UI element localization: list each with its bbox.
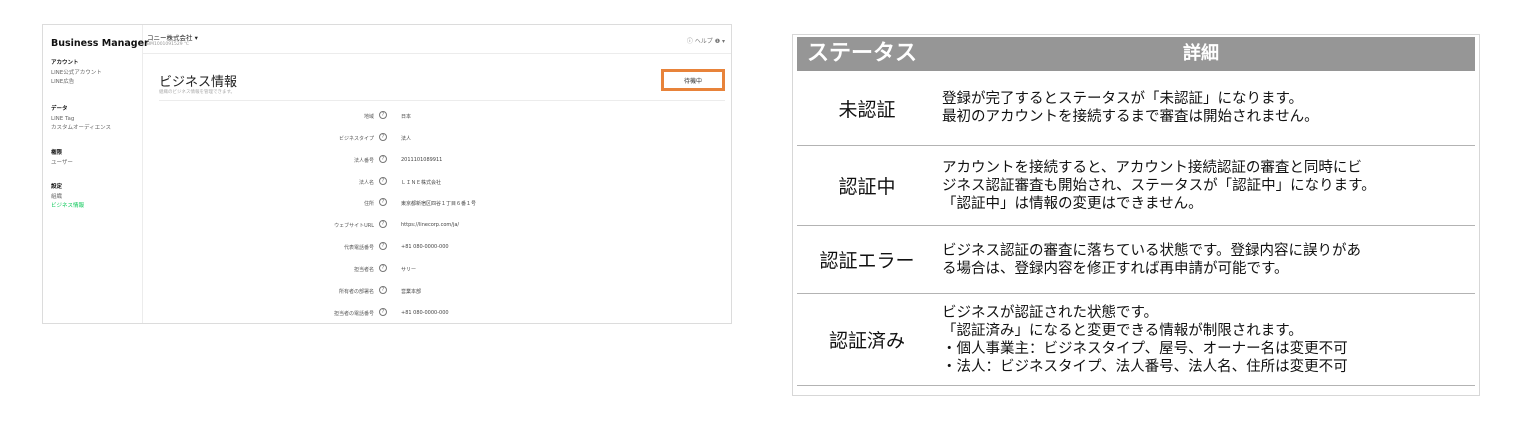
sidebar-header-settings: 設定 xyxy=(51,184,63,190)
field-label: 所有者の部署名 xyxy=(338,289,374,295)
sidebar-item-organization[interactable]: 組織 xyxy=(51,193,84,203)
status-button-label: 待機中 xyxy=(683,77,702,85)
detail-line: ビジネス認証の審査に落ちている状態です。登録内容に誤りがあ xyxy=(942,242,1362,259)
row-status: 認証中 xyxy=(838,176,896,198)
status-table: ステータス 詳細 未認証 登録が完了するとステータスが「未認証」になります。 最… xyxy=(792,34,1480,396)
field-row-website-url: ウェブサイトURL ? https://linecorp.com/ja/ xyxy=(143,220,723,232)
business-manager-screenshot: Business Manager アカウント LINE公式アカウント LINE広… xyxy=(42,24,732,324)
field-label: ウェブサイトURL xyxy=(334,223,374,229)
help-circle-icon[interactable]: ? xyxy=(379,220,387,228)
field-row-business-type: ビジネスタイプ ? 法人 xyxy=(143,133,723,145)
sidebar-group-account: アカウント LINE公式アカウント LINE広告 xyxy=(51,59,102,88)
sidebar-header-data: データ xyxy=(51,106,68,112)
field-row-address: 住所 ? 東京都新宿区四谷１丁目６番１号 xyxy=(143,198,723,210)
field-label: 担当者の電話番号 xyxy=(333,311,374,317)
field-row-region: 地域 ? 日本 xyxy=(143,111,723,123)
field-value: 2011101089911 xyxy=(401,157,443,163)
detail-line: ・法人：ビジネスタイプ、法人番号、法人名、住所は変更不可 xyxy=(942,358,1348,375)
field-row-department: 所有者の部署名 ? 営業本部 xyxy=(143,286,723,298)
sidebar-group-data: データ LINE Tag カスタムオーディエンス xyxy=(51,105,111,134)
table-row-in-review: 認証中 アカウントを接続すると、アカウント接続認証の審査と同時にビ ジネス認証審… xyxy=(797,146,1475,226)
help-circle-icon[interactable]: ? xyxy=(379,308,387,316)
field-label: 法人番号 xyxy=(353,158,374,164)
table-row-verified: 認証済み ビジネスが認証された状態です。 「認証済み」になると変更できる情報が制… xyxy=(797,294,1475,386)
field-label: 担当者名 xyxy=(353,267,374,273)
field-value: +81 080-0000-000 xyxy=(401,244,449,250)
field-value: サリー xyxy=(401,267,417,273)
row-detail: アカウントを接続すると、アカウント接続認証の審査と同時にビ ジネス認証審査も開始… xyxy=(942,146,1469,225)
help-circle-icon[interactable]: ? xyxy=(379,111,387,119)
page-subtitle: 組織のビジネス情報を管理できます。 xyxy=(159,90,236,95)
sidebar-item-business-info[interactable]: ビジネス情報 xyxy=(51,202,84,212)
sidebar-item-line-tag[interactable]: LINE Tag xyxy=(51,115,111,125)
help-menu[interactable]: ⓘ ヘルプ ❶ ▾ xyxy=(687,36,725,45)
field-row-contact-phone: 担当者の電話番号 ? +81 080-0000-000 xyxy=(143,308,723,320)
header-detail: 詳細 xyxy=(1183,43,1219,64)
sidebar-item-line-ads[interactable]: LINE広告 xyxy=(51,78,102,88)
table-row-unverified: 未認証 登録が完了するとステータスが「未認証」になります。 最初のアカウントを接… xyxy=(797,71,1475,146)
company-selector[interactable]: コニー株式会社 ▾ xyxy=(147,32,198,42)
help-circle-icon[interactable]: ? xyxy=(379,242,387,250)
field-label: 地域 xyxy=(363,114,374,120)
field-value: 日本 xyxy=(401,114,412,120)
sidebar-header-permissions: 権限 xyxy=(51,150,63,156)
top-bar: コニー株式会社 ▾ BM1001091529 ℃ ⓘ ヘルプ ❶ ▾ xyxy=(143,25,731,54)
field-label: ビジネスタイプ xyxy=(338,136,374,142)
field-row-corporate-name: 法人名 ? ＬＩＮＥ株式会社 xyxy=(143,177,723,189)
row-status: 認証済み xyxy=(828,330,905,352)
detail-line: 登録が完了するとステータスが「未認証」になります。 xyxy=(942,91,1304,107)
status-button[interactable]: 待機中 xyxy=(661,69,725,91)
field-label: 代表電話番号 xyxy=(343,245,374,251)
detail-line: 「認証中」は情報の変更はできません。 xyxy=(942,195,1203,212)
sidebar-group-permissions: 権限 ユーザー xyxy=(51,149,73,168)
row-status: 未認証 xyxy=(838,98,896,121)
help-circle-icon[interactable]: ? xyxy=(379,198,387,206)
help-circle-icon[interactable]: ? xyxy=(379,286,387,294)
table-row-error: 認証エラー ビジネス認証の審査に落ちている状態です。登録内容に誤りがあ る場合は… xyxy=(797,226,1475,294)
sidebar-item-users[interactable]: ユーザー xyxy=(51,159,73,169)
field-value: +81 080-0000-000 xyxy=(401,310,449,316)
field-label: 法人名 xyxy=(358,180,374,186)
detail-line: 「認証済み」になると変更できる情報が制限されます。 xyxy=(942,322,1303,339)
detail-line: アカウントを接続すると、アカウント接続認証の審査と同時にビ xyxy=(942,159,1362,176)
detail-line: 最初のアカウントを接続するまで審査は開始されません。 xyxy=(942,109,1319,125)
row-status: 認証エラー xyxy=(819,250,915,272)
detail-line: ジネス認証審査も開始され、ステータスが「認証中」になります。 xyxy=(942,177,1376,194)
field-value: ＬＩＮＥ株式会社 xyxy=(401,180,442,186)
app-logo: Business Manager xyxy=(51,38,149,49)
row-detail: ビジネス認証の審査に落ちている状態です。登録内容に誤りがあ る場合は、登録内容を… xyxy=(942,226,1469,293)
header-status: ステータス xyxy=(806,41,917,66)
help-circle-icon[interactable]: ? xyxy=(379,133,387,141)
field-value: 法人 xyxy=(401,136,412,142)
field-row-contact-name: 担当者名 ? サリー xyxy=(143,264,723,276)
help-circle-icon[interactable]: ? xyxy=(379,177,387,185)
help-circle-icon[interactable]: ? xyxy=(379,264,387,272)
company-id: BM1001091529 ℃ xyxy=(147,42,190,47)
field-value: 営業本部 xyxy=(401,289,422,295)
field-row-main-phone: 代表電話番号 ? +81 080-0000-000 xyxy=(143,242,723,254)
sidebar: Business Manager アカウント LINE公式アカウント LINE広… xyxy=(43,25,149,323)
help-circle-icon[interactable]: ? xyxy=(379,155,387,163)
detail-line: ・個人事業主：ビジネスタイプ、屋号、オーナー名は変更不可 xyxy=(942,340,1348,357)
detail-line: る場合は、登録内容を修正すれば再申請が可能です。 xyxy=(942,260,1289,277)
page-title: ビジネス情報 xyxy=(159,75,238,90)
detail-line: ビジネスが認証された状態です。 xyxy=(942,304,1159,321)
row-detail: 登録が完了するとステータスが「未認証」になります。 最初のアカウントを接続するま… xyxy=(942,71,1469,145)
field-row-corporate-number: 法人番号 ? 2011101089911 xyxy=(143,155,723,167)
sidebar-group-settings: 設定 組織 ビジネス情報 xyxy=(51,183,84,212)
sidebar-item-custom-audience[interactable]: カスタムオーディエンス xyxy=(51,124,111,134)
field-label: 住所 xyxy=(363,201,374,207)
sidebar-item-line-official-account[interactable]: LINE公式アカウント xyxy=(51,69,102,79)
sidebar-header-account: アカウント xyxy=(51,60,79,66)
table-header: ステータス 詳細 xyxy=(797,37,1475,71)
divider xyxy=(159,100,725,101)
field-value: 東京都新宿区四谷１丁目６番１号 xyxy=(401,201,477,207)
row-detail: ビジネスが認証された状態です。 「認証済み」になると変更できる情報が制限されます… xyxy=(942,294,1469,385)
field-value: https://linecorp.com/ja/ xyxy=(401,222,460,228)
